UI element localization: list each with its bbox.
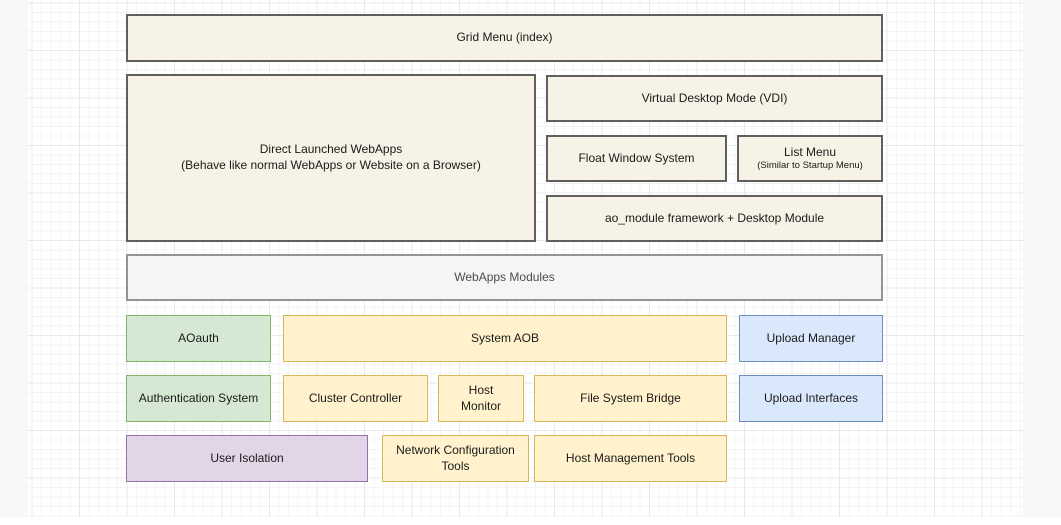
box-ao-module-framework[interactable]: ao_module framework + Desktop Module bbox=[546, 195, 883, 242]
box-upload-manager[interactable]: Upload Manager bbox=[739, 315, 883, 362]
grid-menu-label: Grid Menu (index) bbox=[456, 30, 552, 46]
box-grid-menu[interactable]: Grid Menu (index) bbox=[126, 14, 883, 62]
box-list-menu[interactable]: List Menu (Similar to Startup Menu) bbox=[737, 135, 883, 182]
box-webapps-modules[interactable]: WebApps Modules bbox=[126, 254, 883, 301]
direct-webapps-sublabel: (Behave like normal WebApps or Website o… bbox=[181, 158, 481, 174]
box-aoauth[interactable]: AOauth bbox=[126, 315, 271, 362]
box-direct-launched-webapps[interactable]: Direct Launched WebApps (Behave like nor… bbox=[126, 74, 536, 242]
list-menu-sublabel: (Similar to Startup Menu) bbox=[757, 160, 863, 172]
box-host-management-tools[interactable]: Host Management Tools bbox=[534, 435, 727, 482]
user-isolation-label: User Isolation bbox=[210, 451, 283, 467]
box-virtual-desktop-mode[interactable]: Virtual Desktop Mode (VDI) bbox=[546, 75, 883, 122]
box-system-aob[interactable]: System AOB bbox=[283, 315, 727, 362]
direct-webapps-label: Direct Launched WebApps bbox=[260, 142, 403, 158]
drawio-canvas-screenshot: { "palette": { "cream_fill": "#F6F2E5", … bbox=[0, 0, 1061, 525]
left-gutter bbox=[0, 0, 28, 517]
webapps-modules-label: WebApps Modules bbox=[454, 270, 555, 286]
upload-manager-label: Upload Manager bbox=[767, 331, 856, 347]
network-config-label: Network Configuration Tools bbox=[393, 443, 518, 474]
aoauth-label: AOauth bbox=[178, 331, 219, 347]
box-host-monitor[interactable]: Host Monitor bbox=[438, 375, 524, 422]
float-window-label: Float Window System bbox=[578, 151, 694, 167]
auth-system-label: Authentication System bbox=[139, 391, 258, 407]
box-cluster-controller[interactable]: Cluster Controller bbox=[283, 375, 428, 422]
right-gutter bbox=[1023, 0, 1061, 517]
box-authentication-system[interactable]: Authentication System bbox=[126, 375, 271, 422]
fs-bridge-label: File System Bridge bbox=[580, 391, 681, 407]
ao-module-label: ao_module framework + Desktop Module bbox=[605, 211, 824, 227]
upload-interfaces-label: Upload Interfaces bbox=[764, 391, 858, 407]
box-float-window-system[interactable]: Float Window System bbox=[546, 135, 727, 182]
vdi-label: Virtual Desktop Mode (VDI) bbox=[642, 91, 788, 107]
list-menu-label: List Menu bbox=[784, 145, 836, 161]
system-aob-label: System AOB bbox=[471, 331, 539, 347]
host-monitor-label: Host Monitor bbox=[449, 383, 513, 414]
host-mgmt-label: Host Management Tools bbox=[566, 451, 695, 467]
box-network-configuration-tools[interactable]: Network Configuration Tools bbox=[382, 435, 529, 482]
cluster-controller-label: Cluster Controller bbox=[309, 391, 402, 407]
box-upload-interfaces[interactable]: Upload Interfaces bbox=[739, 375, 883, 422]
box-file-system-bridge[interactable]: File System Bridge bbox=[534, 375, 727, 422]
box-user-isolation[interactable]: User Isolation bbox=[126, 435, 368, 482]
